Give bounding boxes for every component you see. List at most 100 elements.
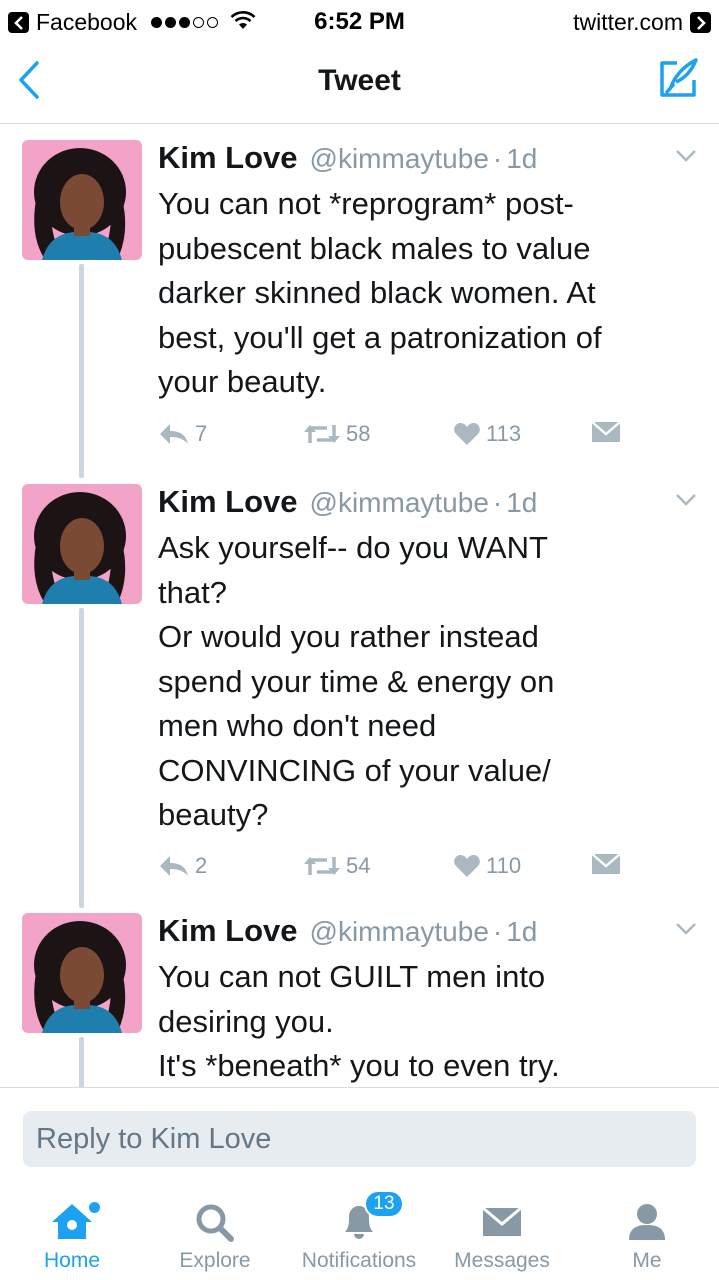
back-app-label: Facebook [36, 9, 138, 35]
back-button[interactable] [12, 58, 46, 102]
tweet-line: pubescent black males to value [158, 230, 591, 266]
like-count: 110 [486, 853, 522, 878]
tweet-3[interactable]: Kim Love @kimmaytube · 1d You can not GU… [0, 913, 719, 1087]
thread-connector [79, 264, 84, 478]
thread-connector [79, 608, 84, 908]
like-button[interactable]: 110 [453, 853, 521, 879]
tab-me[interactable]: Me [572, 1180, 719, 1280]
chevron-down-icon[interactable] [674, 492, 698, 508]
reply-icon [160, 856, 188, 876]
navigation-bar: Tweet [0, 40, 719, 124]
tweet-line: darker skinned black women. At [158, 275, 596, 310]
reply-button[interactable]: 2 [158, 853, 207, 879]
separator: · [492, 916, 503, 947]
chevron-right-icon [690, 12, 711, 33]
author-handle[interactable]: @kimmaytube [310, 143, 489, 175]
retweet-count: 58 [346, 421, 371, 446]
notification-badge: 13 [364, 1190, 404, 1218]
direct-message-button[interactable] [591, 421, 626, 443]
tweet-line: beauty? [158, 797, 269, 832]
author-handle[interactable]: @kimmaytube [310, 487, 489, 519]
tab-notifications[interactable]: 13 Notifications [284, 1180, 434, 1280]
tweet-line: Or would you rather instead [158, 619, 539, 654]
reply-bar [0, 1087, 719, 1180]
domain-label: twitter.com [573, 9, 683, 35]
retweet-button[interactable]: 54 [303, 853, 370, 879]
tweet-text: Ask yourself-- do you WANT that? Or woul… [158, 526, 703, 838]
heart-icon [454, 855, 480, 877]
chevron-left-icon [19, 61, 39, 99]
tweet-1[interactable]: Kim Love @kimmaytube · 1d You can not *r… [0, 140, 719, 485]
tab-label: Explore [179, 1249, 251, 1272]
tweet-line: Ask yourself-- do you WANT [158, 530, 548, 565]
search-icon [196, 1204, 234, 1242]
tweet-text: You can not *reprogram* post- pubescent … [158, 182, 703, 405]
tweet-line: CONVINCING of your value/ [158, 752, 551, 788]
tweet-time: 1d [506, 916, 538, 947]
tweet-2[interactable]: Kim Love @kimmaytube · 1d Ask yourself--… [0, 484, 719, 914]
tweet-line: You can not *reprogram* post- [158, 186, 574, 221]
author-name[interactable]: Kim Love [158, 484, 298, 520]
author-name[interactable]: Kim Love [158, 913, 298, 949]
envelope-icon [482, 1206, 522, 1236]
reply-button[interactable]: 7 [158, 421, 207, 447]
tweet-line: You can not GUILT men into [158, 959, 546, 994]
tab-label: Notifications [301, 1249, 417, 1272]
author-handle[interactable]: @kimmaytube [310, 916, 489, 948]
tab-bar: Home Explore 13 Notifications Messages M… [0, 1180, 719, 1280]
heart-icon [454, 423, 480, 445]
retweet-count: 54 [346, 853, 371, 878]
avatar[interactable] [22, 913, 142, 1033]
avatar[interactable] [22, 484, 142, 604]
tab-home[interactable]: Home [0, 1180, 147, 1280]
avatar[interactable] [22, 140, 142, 260]
separator: · [492, 487, 503, 518]
tweet-line: men who don't need [158, 708, 437, 743]
direct-message-button[interactable] [591, 853, 626, 875]
tweet-header: Kim Love @kimmaytube · 1d [158, 484, 537, 520]
chevron-down-icon[interactable] [674, 921, 698, 937]
status-bar: Facebook 6:52 PM twitter.com [0, 0, 719, 40]
tab-label: Home [43, 1249, 101, 1272]
tweet-line: It's *beneath* you to even try. [158, 1048, 560, 1083]
envelope-icon [591, 853, 621, 874]
author-name[interactable]: Kim Love [158, 140, 298, 176]
separator: · [492, 143, 503, 174]
chevron-down-icon[interactable] [674, 148, 698, 164]
page-title: Tweet [318, 64, 401, 97]
tweet-line: best, you'll get a patronization of [158, 319, 602, 355]
tweet-time: 1d [506, 143, 538, 174]
reply-input[interactable] [23, 1111, 696, 1167]
compose-icon [660, 58, 698, 97]
tweet-line: spend your time & energy on [158, 663, 555, 699]
reply-icon [160, 424, 188, 444]
tweet-header: Kim Love @kimmaytube · 1d [158, 140, 537, 176]
back-to-app-button[interactable]: Facebook [8, 9, 256, 36]
tweet-actions: 2 54 110 [158, 853, 628, 885]
like-button[interactable]: 113 [453, 421, 521, 447]
tab-explore[interactable]: Explore [140, 1180, 290, 1280]
tweet-text: You can not GUILT men into desiring you.… [158, 955, 703, 1087]
tweet-header: Kim Love @kimmaytube · 1d [158, 913, 537, 949]
tweet-time: 1d [506, 487, 538, 518]
envelope-icon [591, 421, 621, 442]
retweet-button[interactable]: 58 [303, 421, 370, 447]
tweet-line: your beauty. [158, 364, 327, 399]
thread-connector [79, 1037, 84, 1087]
tab-label: Me [632, 1249, 662, 1272]
like-count: 113 [486, 421, 522, 446]
new-content-indicator [89, 1202, 100, 1213]
compose-tweet-button[interactable] [655, 56, 701, 102]
reply-count: 2 [195, 853, 208, 878]
person-icon [629, 1204, 665, 1240]
home-icon [52, 1204, 92, 1239]
reply-count: 7 [195, 421, 208, 446]
tweet-actions: 7 58 113 [158, 421, 628, 453]
tab-messages[interactable]: Messages [427, 1180, 577, 1280]
tweet-line: that? [158, 574, 227, 610]
open-in-browser-button[interactable]: twitter.com [573, 9, 711, 36]
tab-label: Messages [454, 1249, 550, 1272]
chevron-left-icon [8, 12, 29, 33]
signal-strength-icon [151, 17, 219, 28]
tweet-line: desiring you. [158, 1003, 334, 1039]
